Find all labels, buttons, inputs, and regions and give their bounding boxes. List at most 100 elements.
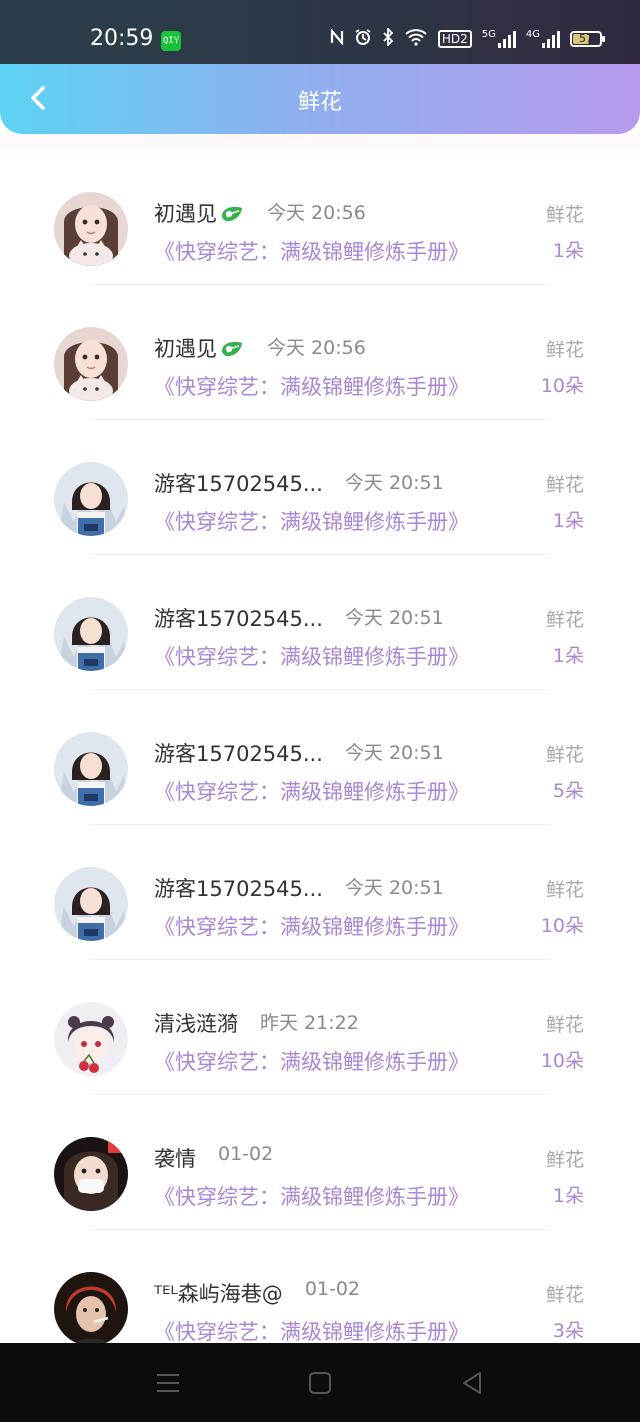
gift-type-label: 鲜花 <box>545 1149 584 1171</box>
network-4g-label: 4G <box>525 29 540 40</box>
gift-count: 10朵 <box>540 375 584 397</box>
gift-count: 3朵 <box>552 1320 584 1342</box>
gift-type-label: 鲜花 <box>545 609 584 631</box>
system-nav-bar <box>0 1343 640 1422</box>
gift-time: 01-02 <box>304 1278 361 1300</box>
user-name-text: 游客15702545... <box>154 472 323 496</box>
list-item[interactable]: 游客15702545... 今天 20:51 《快穿综艺：满级锦鲤修炼手册》 鲜花 5朵 <box>0 690 640 825</box>
page-title: 鲜花 <box>297 90 342 115</box>
list-item[interactable]: 游客15702545... 今天 20:51 《快穿综艺：满级锦鲤修炼手册》 鲜花 10… <box>0 825 640 960</box>
hd-icon: HD2 <box>437 30 472 48</box>
gift-type-label: 鲜花 <box>545 204 584 226</box>
user-name-text: 游客15702545... <box>154 607 323 631</box>
list-item[interactable]: 游客15702545... 今天 20:51 《快穿综艺：满级锦鲤修炼手册》 鲜花 1朵 <box>0 420 640 555</box>
signal-4g-icon: 4G <box>526 30 560 48</box>
gift-count: 10朵 <box>540 1050 584 1072</box>
gift-type-label: 鲜花 <box>545 879 584 901</box>
gift-time: 今天 20:51 <box>344 607 444 629</box>
avatar[interactable] <box>54 1272 128 1343</box>
alarm-icon <box>354 28 372 50</box>
avatar[interactable] <box>54 1137 128 1211</box>
menu-icon <box>157 1374 179 1392</box>
iqiyi-app-icon: QIY <box>161 31 181 51</box>
wifi-icon <box>404 28 428 50</box>
gift-count: 5朵 <box>552 780 584 802</box>
leaf-level-icon <box>222 341 242 357</box>
user-name: 游客15702545... <box>154 603 323 633</box>
gift-time: 01-02 <box>218 1143 274 1165</box>
gift-type-label: 鲜花 <box>545 339 584 361</box>
nfc-icon <box>330 27 344 49</box>
header-shadow-strip <box>0 134 640 150</box>
gift-time: 今天 20:51 <box>344 742 444 764</box>
home-icon <box>309 1372 331 1394</box>
user-name: 游客15702545... <box>154 468 323 498</box>
book-title-link[interactable]: 《快穿综艺：满级锦鲤修炼手册》 <box>154 236 469 266</box>
book-title-link[interactable]: 《快穿综艺：满级锦鲤修炼手册》 <box>154 911 469 941</box>
gift-time: 今天 20:51 <box>344 472 444 494</box>
battery-icon: 57 <box>570 31 605 47</box>
signal-5g-icon: 5G <box>482 30 516 48</box>
user-name: 清浅涟漪 <box>154 1008 238 1038</box>
flower-gift-list[interactable]: 初遇见 今天 20:56 《快穿综艺：满级锦鲤修炼手册》 鲜花 1朵 初遇见 今天 20:5… <box>0 150 640 1343</box>
user-name-text: 清浅涟漪 <box>154 1012 238 1036</box>
list-item[interactable]: 初遇见 今天 20:56 《快穿综艺：满级锦鲤修炼手册》 鲜花 10朵 <box>0 285 640 420</box>
book-title-link[interactable]: 《快穿综艺：满级锦鲤修炼手册》 <box>154 1316 469 1343</box>
gift-type-label: 鲜花 <box>545 474 584 496</box>
user-name-text: 初遇见 <box>154 202 217 226</box>
user-name-text: 游客15702545... <box>154 877 323 901</box>
gift-count: 1朵 <box>552 645 584 667</box>
battery-level: 57 <box>579 32 593 45</box>
gift-type-label: 鲜花 <box>545 1014 584 1036</box>
book-title-link[interactable]: 《快穿综艺：满级锦鲤修炼手册》 <box>154 506 469 536</box>
book-title-link[interactable]: 《快穿综艺：满级锦鲤修炼手册》 <box>154 776 469 806</box>
user-name: 游客15702545... <box>154 873 323 903</box>
list-item[interactable]: ᵀᴱᴸ森屿海巷@ 01-02 《快穿综艺：满级锦鲤修炼手册》 鲜花 3朵 <box>0 1230 640 1343</box>
gift-count: 1朵 <box>552 240 584 262</box>
book-title-link[interactable]: 《快穿综艺：满级锦鲤修炼手册》 <box>154 371 469 401</box>
book-title-link[interactable]: 《快穿综艺：满级锦鲤修炼手册》 <box>154 1046 469 1076</box>
avatar[interactable] <box>54 597 128 671</box>
user-name-text: 游客15702545... <box>154 742 323 766</box>
list-item[interactable]: 游客15702545... 今天 20:51 《快穿综艺：满级锦鲤修炼手册》 鲜花 1朵 <box>0 555 640 690</box>
home-nav-button[interactable] <box>300 1365 340 1401</box>
user-name: 袭情 <box>154 1143 196 1173</box>
avatar[interactable] <box>54 192 128 266</box>
back-triangle-icon <box>463 1372 481 1394</box>
status-time: 20:59 <box>90 26 154 51</box>
user-name: 初遇见 <box>154 198 245 228</box>
status-bar: 20:59 QIY HD2 5G 4G 57 <box>0 0 640 64</box>
book-title-link[interactable]: 《快穿综艺：满级锦鲤修炼手册》 <box>154 641 469 671</box>
gift-type-label: 鲜花 <box>545 744 584 766</box>
user-name-text: 袭情 <box>154 1147 196 1171</box>
bluetooth-icon <box>382 26 394 50</box>
avatar[interactable] <box>54 327 128 401</box>
list-item[interactable]: 清浅涟漪 昨天 21:22 《快穿综艺：满级锦鲤修炼手册》 鲜花 10朵 <box>0 960 640 1095</box>
network-5g-label: 5G <box>481 29 496 40</box>
user-name-text: 初遇见 <box>154 337 217 361</box>
user-name: 游客15702545... <box>154 738 323 768</box>
gift-time: 昨天 21:22 <box>260 1012 359 1034</box>
gift-count: 10朵 <box>540 915 584 937</box>
user-name-text: ᵀᴱᴸ森屿海巷@ <box>154 1282 283 1306</box>
gift-time: 今天 20:56 <box>267 337 366 359</box>
user-name: 初遇见 <box>154 333 245 363</box>
list-item[interactable]: 初遇见 今天 20:56 《快穿综艺：满级锦鲤修炼手册》 鲜花 1朵 <box>0 150 640 285</box>
user-name: ᵀᴱᴸ森屿海巷@ <box>154 1278 283 1308</box>
gift-count: 1朵 <box>552 510 584 532</box>
avatar[interactable] <box>54 867 128 941</box>
back-nav-button[interactable] <box>452 1365 492 1401</box>
gift-type-label: 鲜花 <box>545 1284 584 1306</box>
status-icons: HD2 5G 4G 57 <box>330 26 605 50</box>
leaf-level-icon <box>222 206 242 222</box>
avatar[interactable] <box>54 732 128 806</box>
app-header: 鲜花 <box>0 64 640 134</box>
gift-count: 1朵 <box>552 1185 584 1207</box>
avatar[interactable] <box>54 462 128 536</box>
book-title-link[interactable]: 《快穿综艺：满级锦鲤修炼手册》 <box>154 1181 469 1211</box>
avatar[interactable] <box>54 1002 128 1076</box>
gift-time: 今天 20:56 <box>267 202 366 224</box>
gift-time: 今天 20:51 <box>344 877 444 899</box>
list-item[interactable]: 袭情 01-02 《快穿综艺：满级锦鲤修炼手册》 鲜花 1朵 <box>0 1095 640 1230</box>
menu-nav-button[interactable] <box>148 1365 188 1401</box>
